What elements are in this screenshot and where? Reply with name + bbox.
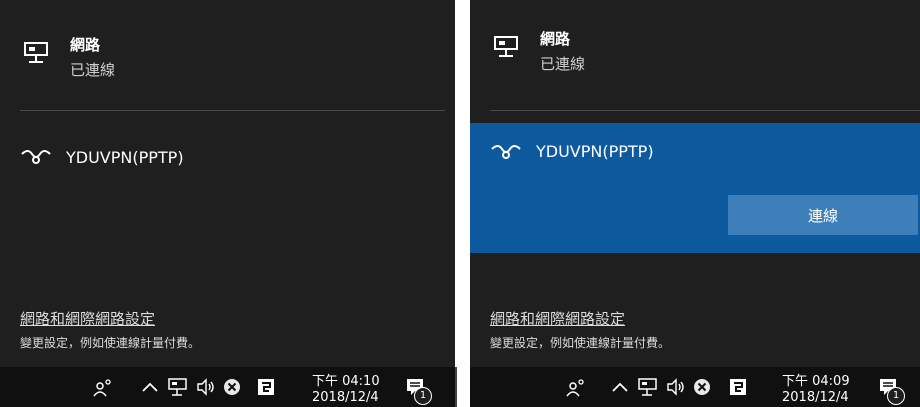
error-icon[interactable]	[222, 377, 242, 397]
chevron-up-icon[interactable]	[610, 377, 630, 397]
divider	[490, 110, 920, 111]
volume-icon[interactable]	[666, 377, 686, 397]
clock-time[interactable]: 下午 04:09	[782, 370, 850, 389]
taskbar: 下午 04:09 2018/12/4 1	[470, 367, 920, 407]
vpn-icon	[21, 150, 51, 164]
notification-badge: 1	[887, 387, 905, 405]
vpn-name: YDUVPN(PPTP)	[66, 148, 184, 167]
network-settings-link[interactable]: 網路和網際網路設定	[490, 308, 625, 329]
chevron-up-icon[interactable]	[140, 377, 160, 397]
network-status: 已連線	[540, 55, 586, 73]
error-icon[interactable]	[692, 377, 712, 397]
taskbar: 下午 04:10 2018/12/4 1	[0, 367, 455, 407]
network-tray-icon[interactable]	[168, 377, 188, 397]
app-icon[interactable]	[256, 377, 276, 397]
clock-date[interactable]: 2018/12/4	[312, 390, 379, 405]
network-flyout-left: 網路 已連線 YDUVPN(PPTP) 網路和網際網路設定 變更設定，例如使連線…	[0, 0, 455, 407]
vpn-connection-item[interactable]: YDUVPN(PPTP)	[0, 134, 455, 180]
vpn-name: YDUVPN(PPTP)	[536, 142, 654, 161]
network-flyout-right: 網路 已連線 YDUVPN(PPTP) 連線 網路和網際網路設定 變更設定，例如…	[470, 0, 920, 407]
vpn-icon	[491, 145, 521, 159]
network-settings-link[interactable]: 網路和網際網路設定	[20, 308, 155, 329]
network-icon	[494, 36, 518, 57]
network-settings-description: 變更設定，例如使連線計量付費。	[490, 336, 671, 350]
network-icon	[24, 42, 48, 63]
network-status: 已連線	[70, 61, 116, 79]
connect-button[interactable]: 連線	[728, 195, 918, 235]
network-settings-description: 變更設定，例如使連線計量付費。	[20, 336, 201, 350]
network-title: 網路	[540, 30, 571, 48]
people-icon[interactable]	[566, 377, 586, 397]
divider	[20, 110, 445, 111]
clock-time[interactable]: 下午 04:10	[312, 370, 380, 389]
notification-badge: 1	[414, 387, 432, 405]
app-icon[interactable]	[728, 377, 748, 397]
vpn-connection-item-selected[interactable]: YDUVPN(PPTP) 連線	[470, 123, 920, 253]
network-tray-icon[interactable]	[638, 377, 658, 397]
volume-icon[interactable]	[196, 377, 216, 397]
panel-separator	[455, 367, 457, 407]
network-title: 網路	[70, 36, 101, 54]
people-icon[interactable]	[93, 377, 113, 397]
clock-date[interactable]: 2018/12/4	[782, 390, 849, 405]
